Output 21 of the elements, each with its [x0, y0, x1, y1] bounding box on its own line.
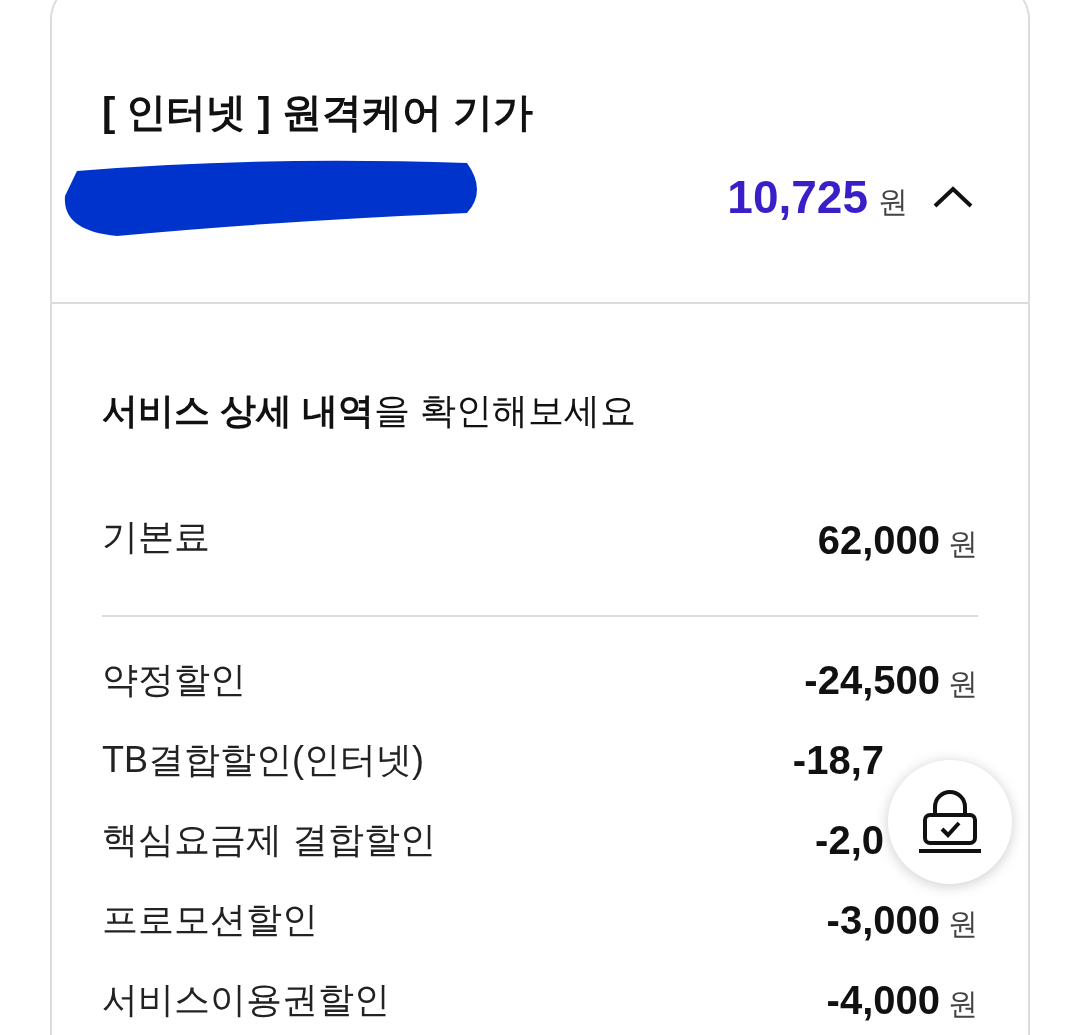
fee-value: -3,000	[826, 897, 940, 944]
fee-value: 62,000	[817, 517, 940, 564]
fee-unit: 원	[948, 666, 978, 702]
fee-label: 기본료	[102, 515, 210, 559]
fee-label: 핵심요금제 결합할인	[102, 818, 436, 862]
fee-value: -18,7	[792, 737, 884, 784]
fee-value: -2,0	[815, 817, 884, 864]
fee-unit: 원	[948, 986, 978, 1022]
fee-label: 프로모션할인	[102, 898, 318, 942]
total-amount: 10,725	[727, 169, 868, 225]
card-title: [ 인터넷 ] 원격케어 기가	[102, 89, 535, 136]
fee-value: -4,000	[826, 977, 940, 1024]
chevron-up-icon	[932, 185, 974, 209]
amount-unit: 원	[878, 183, 908, 220]
fee-value: -24,500	[804, 657, 940, 704]
fee-unit: 원	[948, 906, 978, 942]
section-heading: 서비스 상세 내역을 확인해보세요	[102, 389, 638, 433]
fee-unit: 원	[948, 526, 978, 562]
fee-label: 서비스이용권할인	[102, 978, 390, 1022]
fee-label: 약정할인	[102, 658, 246, 702]
fee-label: TB결합할인(인터넷)	[102, 738, 424, 782]
